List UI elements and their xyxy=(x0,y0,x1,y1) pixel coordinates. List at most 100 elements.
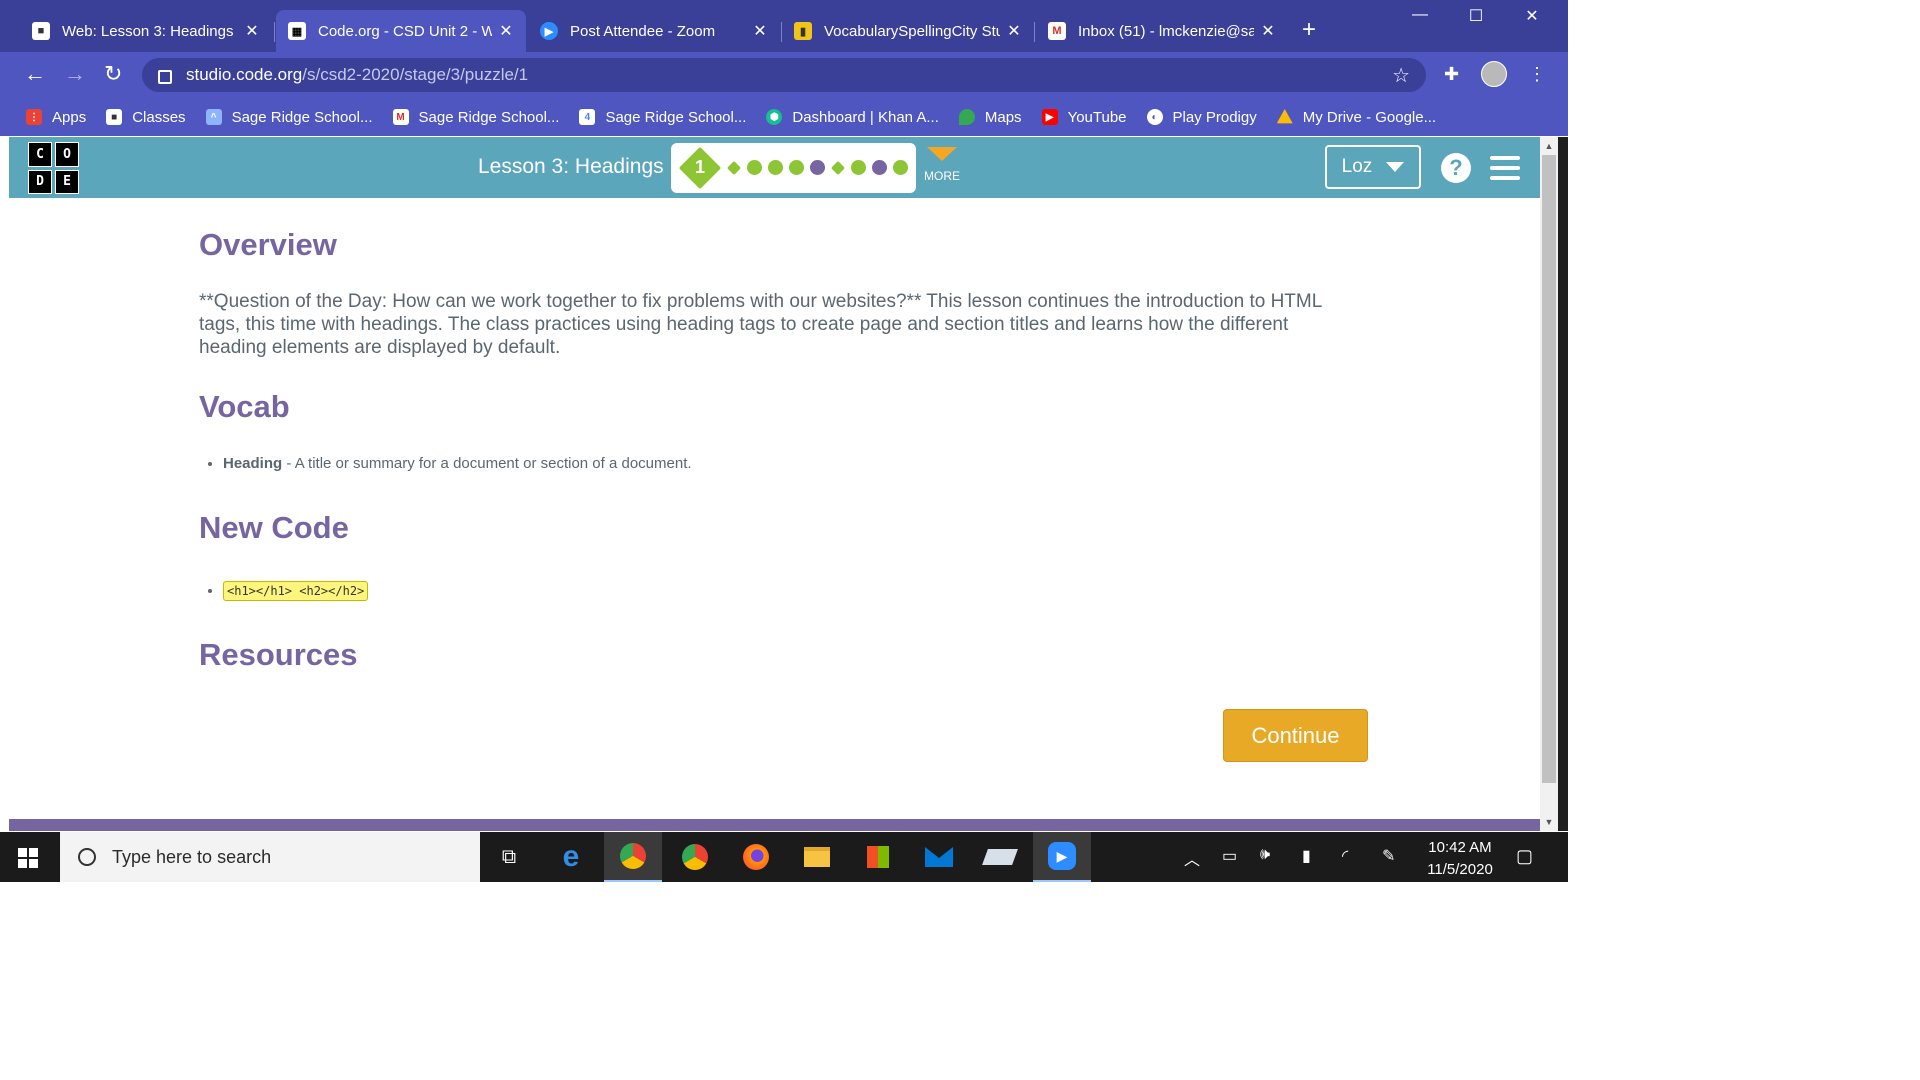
level-dot[interactable] xyxy=(747,160,762,175)
bookmarks-bar: ⋮ Apps ■ Classes ^ Sage Ridge School... M Sa… xyxy=(0,98,1568,136)
lesson-title[interactable]: Lesson 3: Headings xyxy=(478,155,664,179)
drive-icon[interactable] xyxy=(971,832,1029,882)
file-explorer-icon[interactable] xyxy=(788,832,846,882)
bookmark-sage-ridge-2[interactable]: M Sage Ridge School... xyxy=(392,109,559,126)
vocab-item: Heading - A title or summary for a docum… xyxy=(223,455,1349,472)
hamburger-menu-icon[interactable] xyxy=(1490,156,1520,186)
tab-title: Inbox (51) - lmckenzie@sa xyxy=(1078,22,1254,40)
level-dot[interactable] xyxy=(789,160,804,175)
firefox-icon[interactable] xyxy=(727,832,785,882)
maps-pin-icon xyxy=(958,109,975,125)
vocab-list: Heading - A title or summary for a docum… xyxy=(199,455,1349,472)
chrome-icon[interactable] xyxy=(604,832,662,882)
level-dot[interactable] xyxy=(872,160,887,175)
mail-icon[interactable] xyxy=(910,832,968,882)
tab-spellingcity[interactable]: ▮ VocabularySpellingCity Stu ✕ xyxy=(782,10,1034,52)
more-label: MORE xyxy=(924,169,960,183)
close-icon[interactable]: ✕ xyxy=(1260,21,1276,41)
microsoft-store-icon[interactable] xyxy=(849,832,907,882)
maximize-icon[interactable]: ☐ xyxy=(1456,6,1496,26)
taskbar-search[interactable]: Type here to search xyxy=(60,832,480,882)
address-bar[interactable]: studio.code.org/s/csd2-2020/stage/3/puzz… xyxy=(142,58,1426,92)
notification-icon[interactable]: ▢ xyxy=(1516,846,1533,867)
reload-icon[interactable]: ↻ xyxy=(104,62,122,86)
bookmark-sage-ridge-1[interactable]: ^ Sage Ridge School... xyxy=(205,108,373,126)
taskbar-clock[interactable]: 10:42 AM 11/5/2020 xyxy=(1418,837,1502,881)
code-snippet: <h1></h1> <h2></h2> xyxy=(223,581,369,601)
lesson-overview: Overview **Question of the Day: How can … xyxy=(199,227,1349,673)
tab-strip: ■ Web: Lesson 3: Headings ✕ ▦ Code.org -… xyxy=(0,0,1568,52)
tab-title: Web: Lesson 3: Headings xyxy=(62,22,234,40)
bookmark-youtube[interactable]: ▶ YouTube xyxy=(1041,109,1127,126)
bookmark-label: Sage Ridge School... xyxy=(605,108,747,126)
tab-codeorg[interactable]: ▦ Code.org - CSD Unit 2 - W ✕ xyxy=(276,10,526,52)
bookmark-apps[interactable]: ⋮ Apps xyxy=(26,109,86,126)
level-dot[interactable] xyxy=(851,160,866,175)
tab-web-lesson[interactable]: ■ Web: Lesson 3: Headings ✕ xyxy=(20,10,272,52)
edge-icon[interactable]: e xyxy=(542,832,600,882)
scroll-down-icon[interactable]: ▼ xyxy=(1540,817,1558,827)
resources-heading: Resources xyxy=(199,637,358,672)
tab-zoom[interactable]: ▶ Post Attendee - Zoom ✕ xyxy=(528,10,780,52)
close-icon[interactable]: ✕ xyxy=(1006,21,1022,41)
more-levels-button[interactable]: MORE xyxy=(922,147,962,183)
help-icon[interactable]: ? xyxy=(1441,153,1471,183)
back-arrow-icon[interactable]: ← xyxy=(24,62,46,86)
prodigy-icon: ◐ xyxy=(1146,109,1163,125)
bookmark-khan[interactable]: ⬢ Dashboard | Khan A... xyxy=(766,109,939,126)
extensions-puzzle-icon[interactable]: ✚ xyxy=(1444,64,1459,85)
close-icon[interactable]: ✕ xyxy=(752,21,768,41)
scroll-up-icon[interactable]: ▲ xyxy=(1540,141,1558,151)
user-menu-button[interactable]: Loz xyxy=(1325,145,1421,189)
tab-separator xyxy=(274,22,275,42)
page-viewport: C O D E Lesson 3: Headings 1 MORE Loz ? … xyxy=(9,137,1540,831)
scrollbar-thumb[interactable] xyxy=(1542,155,1556,783)
bookmark-maps[interactable]: Maps xyxy=(958,109,1022,126)
khan-academy-icon: ⬢ xyxy=(766,109,783,125)
zoom-icon[interactable]: ▶ xyxy=(1033,832,1091,882)
level-diamond[interactable] xyxy=(830,160,846,176)
new-code-item: <h1></h1> <h2></h2> xyxy=(223,581,1349,601)
level-dot[interactable] xyxy=(768,160,783,175)
microphone-icon[interactable]: ▮ xyxy=(1302,846,1311,866)
pen-icon[interactable]: ✎ xyxy=(1382,846,1395,866)
bookmark-classes[interactable]: ■ Classes xyxy=(106,109,186,126)
windows-start-icon[interactable] xyxy=(18,848,38,868)
bookmark-prodigy[interactable]: ◐ Play Prodigy xyxy=(1146,109,1257,126)
close-icon[interactable]: ✕ xyxy=(244,21,260,41)
level-diamond[interactable] xyxy=(726,160,742,176)
battery-icon[interactable]: ▭ xyxy=(1222,846,1237,866)
chrome-icon[interactable] xyxy=(666,832,724,882)
level-dot[interactable] xyxy=(810,160,825,175)
codeorg-icon: ▦ xyxy=(288,22,306,40)
page-scrollbar[interactable]: ▲ ▼ xyxy=(1540,137,1558,831)
bookmark-sage-ridge-3[interactable]: 4 Sage Ridge School... xyxy=(579,109,746,126)
more-triangle-icon xyxy=(927,147,957,161)
kebab-menu-icon[interactable]: ⋮ xyxy=(1528,64,1546,85)
search-placeholder: Type here to search xyxy=(112,846,272,867)
bookmark-drive[interactable]: My Drive - Google... xyxy=(1276,109,1436,126)
spellingcity-icon: ▮ xyxy=(794,22,812,40)
codeorg-logo[interactable]: C O D E xyxy=(28,142,80,194)
overview-heading: Overview xyxy=(199,227,337,262)
forward-arrow-icon[interactable]: → xyxy=(64,62,86,86)
task-view-icon[interactable]: ⧉ xyxy=(480,832,538,882)
close-icon[interactable]: ✕ xyxy=(498,21,514,41)
volume-icon[interactable]: 🕪 xyxy=(1260,846,1270,864)
wifi-icon[interactable]: ◜ xyxy=(1342,846,1348,866)
continue-button[interactable]: Continue xyxy=(1223,709,1368,762)
zoom-icon: ▶ xyxy=(540,22,558,40)
overview-text: **Question of the Day: How can we work t… xyxy=(199,291,1322,358)
profile-avatar[interactable] xyxy=(1481,61,1507,87)
new-tab-button[interactable]: + xyxy=(1302,18,1316,42)
minimize-icon[interactable]: — xyxy=(1400,6,1440,24)
logo-letter: D xyxy=(28,169,52,194)
star-icon[interactable]: ☆ xyxy=(1392,63,1410,88)
bookmark-label: Sage Ridge School... xyxy=(231,108,373,126)
tab-gmail[interactable]: M Inbox (51) - lmckenzie@sa ✕ xyxy=(1036,10,1288,52)
show-hidden-icons-icon[interactable]: ︿ xyxy=(1184,846,1200,870)
browser-toolbar: ← → ↻ studio.code.org/s/csd2-2020/stage/… xyxy=(0,52,1568,98)
close-window-icon[interactable]: ✕ xyxy=(1512,6,1552,26)
level-dot[interactable] xyxy=(893,160,908,175)
apps-grid-icon: ⋮ xyxy=(26,109,42,125)
